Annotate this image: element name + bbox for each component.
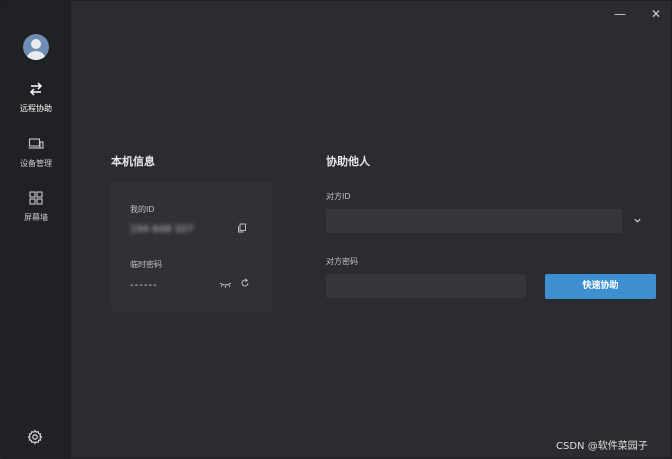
local-info-card: 我的ID 194 648 327 临时密码 ------ <box>111 182 272 312</box>
sidebar-item-label: 屏幕墙 <box>24 213 48 222</box>
avatar-head <box>31 39 41 49</box>
sidebar-item-device-management[interactable]: 设备管理 <box>1 136 71 169</box>
chevron-down-icon[interactable] <box>633 216 642 225</box>
grid-icon <box>29 191 43 205</box>
temp-password-label: 临时密码 <box>130 260 162 269</box>
quick-assist-button[interactable]: 快速协助 <box>545 274 656 299</box>
sidebar-item-label: 远程协助 <box>20 104 52 113</box>
local-info-title: 本机信息 <box>111 155 155 168</box>
swap-arrows-icon <box>29 82 43 96</box>
minimize-button[interactable]: — <box>613 7 627 21</box>
sidebar-item-remote-assist[interactable]: 远程协助 <box>1 81 71 114</box>
watermark: CSDN @软件菜园子 <box>556 441 648 452</box>
copy-icon[interactable] <box>237 223 247 233</box>
close-button[interactable]: ✕ <box>649 7 663 21</box>
my-id-value: 194 648 327 <box>130 224 194 235</box>
sidebar-item-screen-wall[interactable]: 屏幕墙 <box>1 190 71 223</box>
app-window: 远程协助 设备管理 屏幕墙 — ✕ 本机信息 我的ID 194 648 327 … <box>0 0 672 459</box>
sidebar: 远程协助 设备管理 屏幕墙 <box>1 1 71 459</box>
peer-password-label: 对方密码 <box>326 257 358 266</box>
gear-icon[interactable] <box>27 429 43 445</box>
peer-password-input[interactable] <box>326 274 526 298</box>
peer-id-label: 对方ID <box>326 192 351 201</box>
refresh-icon[interactable] <box>240 278 250 288</box>
my-id-label: 我的ID <box>130 205 155 214</box>
sidebar-item-label: 设备管理 <box>20 159 52 168</box>
avatar-body <box>26 51 46 60</box>
devices-icon <box>28 138 44 149</box>
peer-id-input[interactable] <box>326 209 622 233</box>
assist-others-title: 协助他人 <box>326 155 370 168</box>
avatar[interactable] <box>23 34 49 60</box>
eye-hidden-icon[interactable] <box>219 279 232 289</box>
temp-password-value: ------ <box>130 280 158 291</box>
